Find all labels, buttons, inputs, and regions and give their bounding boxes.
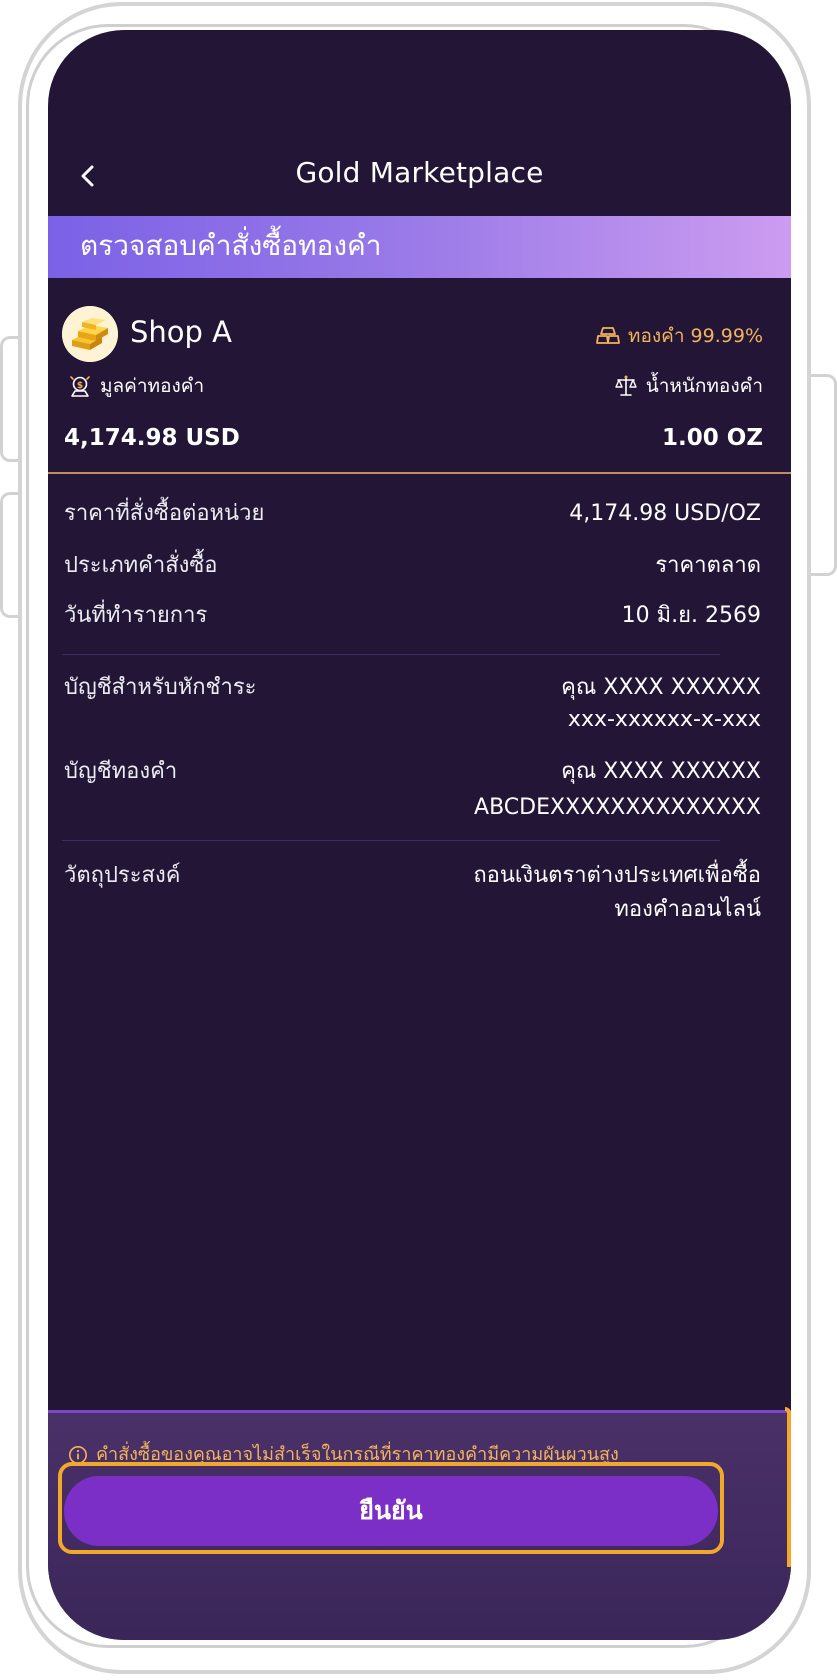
gold-purity: ทองคำ 99.99%	[596, 322, 763, 350]
shop-logo	[62, 306, 118, 362]
divider	[48, 472, 791, 474]
divider	[62, 840, 720, 841]
unit-price-value: 4,174.98 USD/OZ	[569, 501, 761, 526]
transaction-date-label: วันที่ทำรายการ	[64, 603, 208, 628]
highlight-edge	[785, 1407, 791, 1567]
purpose-value-line-1: ถอนเงินตราต่างประเทศเพื่อซื้อ	[473, 863, 761, 888]
gold-purity-label: ทองคำ 99.99%	[627, 325, 763, 347]
gold-value: 4,174.98 USD	[64, 425, 240, 451]
debit-account-name: คุณ XXXX XXXXXX	[561, 675, 761, 700]
gold-bars-icon	[62, 306, 118, 362]
gold-bar-icon	[596, 327, 620, 344]
order-type-label: ประเภทคำสั่งซื้อ	[64, 553, 218, 578]
gold-weight-label: น้ำหนักทองคำ	[645, 375, 763, 397]
section-banner: ตรวจสอบคำสั่งซื้อทองคำ	[48, 216, 791, 278]
gold-account-label: บัญชีทองคำ	[64, 759, 178, 784]
gold-weight-label-row: น้ำหนักทองคำ	[614, 372, 763, 400]
unit-price-label: ราคาที่สั่งซื้อต่อหน่วย	[64, 501, 265, 526]
gold-account-name: คุณ XXXX XXXXXX	[561, 759, 761, 784]
transaction-date-value: 10 มิ.ย. 2569	[621, 603, 761, 628]
banner-title: ตรวจสอบคำสั่งซื้อทองคำ	[80, 229, 382, 262]
divider	[62, 654, 720, 655]
gold-account-number: ABCDEXXXXXXXXXXXXXX	[474, 795, 761, 820]
app-screen: Gold Marketplace ตรวจสอบคำสั่งซื้อทองคำ …	[48, 30, 791, 1640]
page-title: Gold Marketplace	[295, 156, 544, 189]
gold-weight: 1.00 OZ	[662, 425, 763, 451]
money-coin-icon: $	[70, 376, 90, 397]
purpose-label: วัตถุประสงค์	[64, 863, 181, 888]
confirm-button[interactable]: ยืนยัน	[64, 1476, 718, 1546]
shop-name: Shop A	[130, 315, 232, 349]
scale-icon	[615, 375, 637, 396]
svg-text:$: $	[77, 381, 83, 391]
gold-value-label-row: $ มูลค่าทองคำ	[68, 372, 204, 400]
order-type-value: ราคาตลาด	[655, 553, 761, 578]
debit-account-number: xxx-xxxxxx-x-xxx	[567, 707, 761, 732]
gold-value-label: มูลค่าทองคำ	[100, 375, 205, 397]
purpose-value-line-2: ทองคำออนไลน์	[614, 897, 761, 922]
debit-account-label: บัญชีสำหรับหักชำระ	[64, 675, 257, 700]
